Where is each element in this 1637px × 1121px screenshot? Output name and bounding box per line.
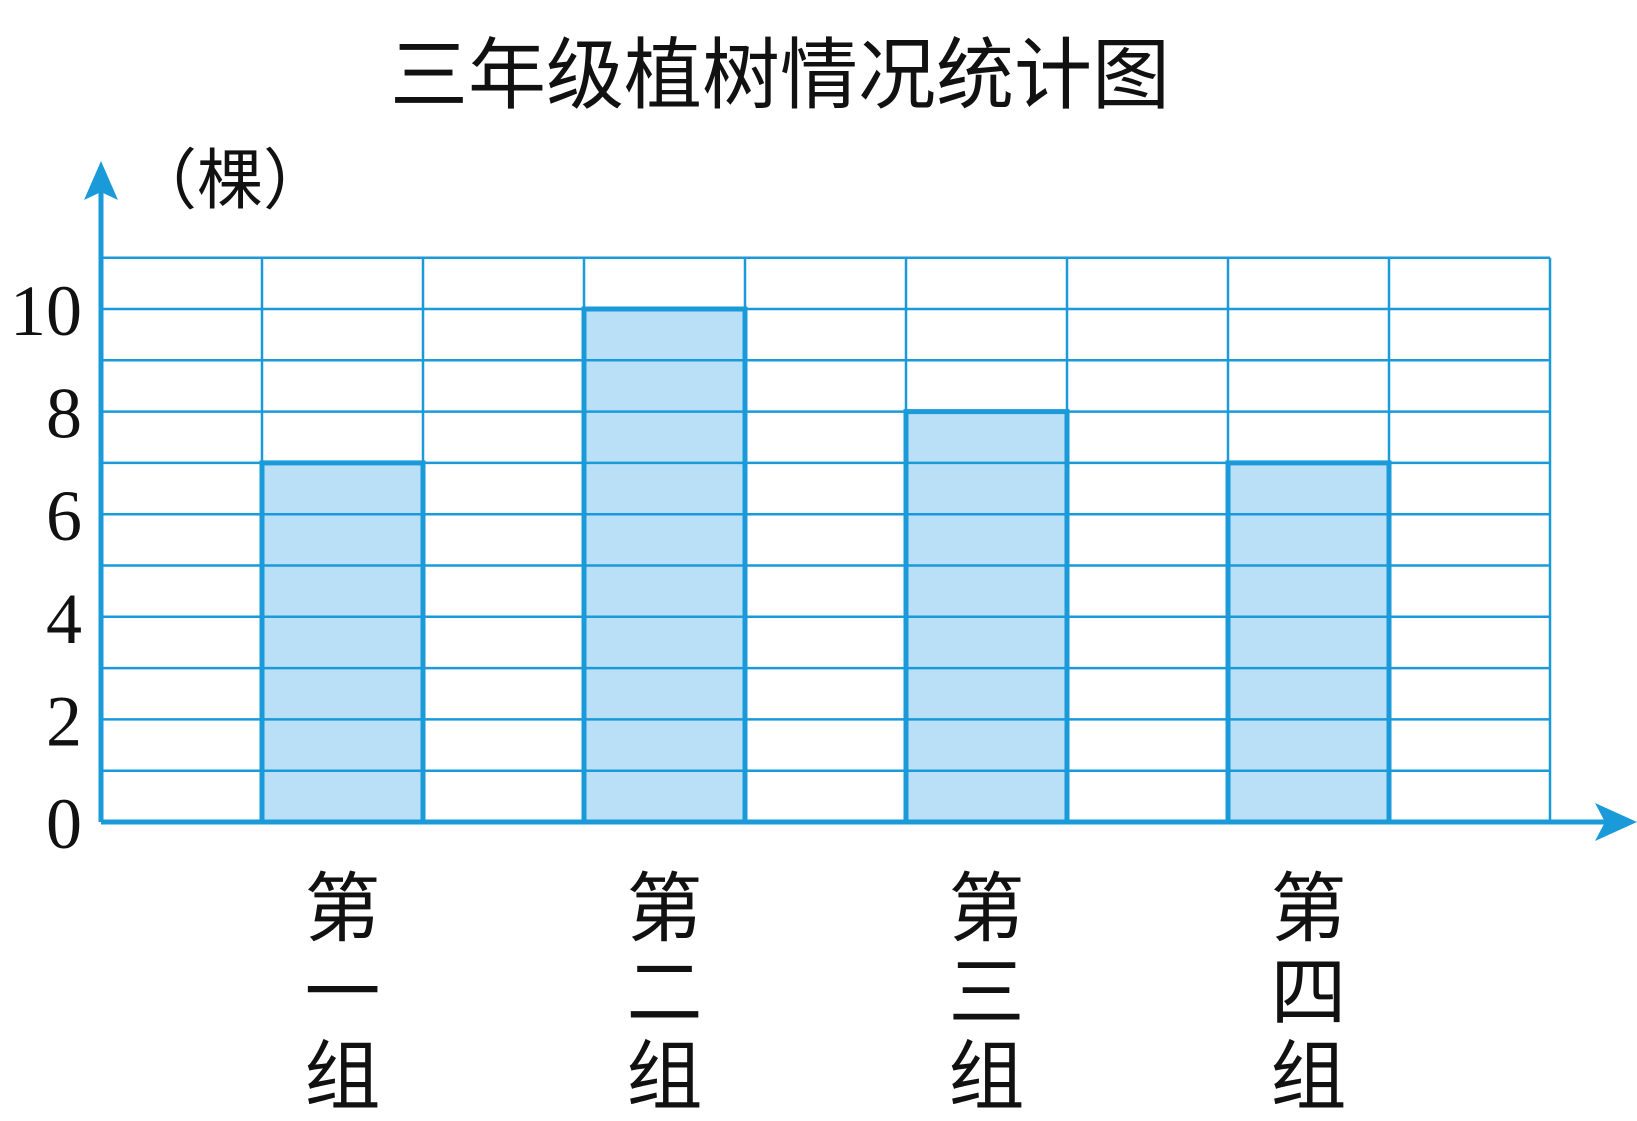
chart-title: 三年级植树情况统计图 bbox=[390, 31, 1170, 121]
x-tick-label: 组 bbox=[949, 1032, 1025, 1121]
x-tick-label: 二 bbox=[627, 948, 703, 1037]
x-tick-label: 第 bbox=[949, 864, 1025, 953]
bar bbox=[1228, 462, 1389, 822]
y-tick-label: 0 bbox=[46, 784, 82, 864]
x-tick-label: 四 bbox=[1271, 948, 1347, 1037]
bar-chart: 三年级植树情况统计图 （棵） 第一组第二组第三组第四组0246810 bbox=[10, 31, 1637, 1121]
x-tick-label: 第 bbox=[305, 864, 381, 953]
x-tick-label: 组 bbox=[627, 1032, 703, 1121]
y-axis-unit-label: （棵） bbox=[131, 142, 329, 219]
bar bbox=[262, 462, 423, 822]
x-tick-label: 第 bbox=[627, 864, 703, 953]
x-tick-label: 第 bbox=[1271, 864, 1347, 953]
x-tick-label: 组 bbox=[305, 1032, 381, 1121]
x-tick-label: 三 bbox=[949, 948, 1025, 1037]
x-tick-label: 一 bbox=[305, 948, 381, 1037]
y-tick-label: 2 bbox=[46, 681, 82, 761]
y-tick-label: 10 bbox=[10, 271, 82, 351]
y-tick-label: 8 bbox=[46, 374, 82, 454]
y-tick-label: 6 bbox=[46, 476, 82, 556]
x-tick-label: 组 bbox=[1271, 1032, 1347, 1121]
y-tick-label: 4 bbox=[46, 579, 82, 659]
